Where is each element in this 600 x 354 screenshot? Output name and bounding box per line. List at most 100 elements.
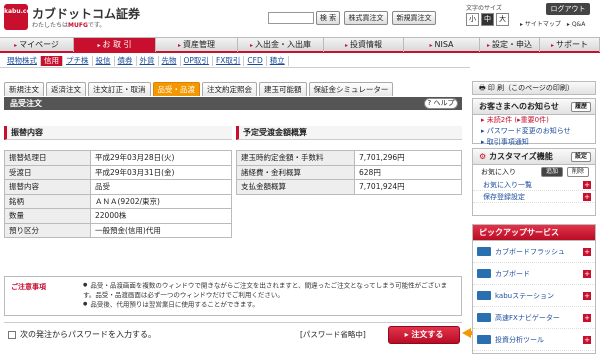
transfer-details-title: 振替内容: [4, 126, 232, 140]
nav-mypage[interactable]: マイページ: [0, 38, 74, 52]
brand-logo[interactable]: kabu.com: [4, 4, 37, 30]
favorites-delete-button[interactable]: 削除: [567, 167, 589, 177]
header-links[interactable]: ▸ サイトマップ ▸ Q&A: [520, 19, 585, 28]
app-icon: [477, 335, 491, 344]
table-row: 預り区分 一般預金(信用)代用: [4, 222, 232, 238]
section-title: 品受注文: [4, 97, 462, 110]
customize-settings-button[interactable]: 設定: [571, 152, 591, 162]
nav-settings[interactable]: 設定・申込: [480, 38, 540, 52]
plus-icon: +: [583, 270, 591, 278]
subnav-fund[interactable]: 投信: [93, 55, 115, 66]
table-row: 振替処理日 平成29年03月28日(火): [4, 150, 232, 166]
subnav-margin[interactable]: 信用: [41, 55, 63, 66]
new-order-button[interactable]: 新規買注文: [392, 11, 436, 25]
customize-head: ⚙ カスタマイズ機能 設定: [473, 149, 595, 165]
tab-order-inquiry[interactable]: 注文約定照会: [202, 82, 257, 96]
notice-item: 品受後、代用預りは翌営業日に使用することができます。: [83, 300, 455, 310]
text-size-small[interactable]: 小: [466, 13, 479, 26]
search-input[interactable]: [268, 12, 314, 24]
help-button[interactable]: ? ヘルプ: [424, 98, 458, 109]
search-button[interactable]: 検 索: [316, 11, 340, 25]
nav-support[interactable]: サポート: [540, 38, 600, 52]
tab-new-order[interactable]: 新規注文: [4, 82, 44, 96]
saved-settings-link[interactable]: 保存登録設定 +: [473, 191, 595, 203]
text-size-medium[interactable]: 中: [481, 13, 494, 26]
print-link[interactable]: 🖶 印 刷（このページの印刷）: [472, 81, 596, 95]
tab-delivery[interactable]: 品受・品渡: [152, 82, 200, 96]
table-row: 振替内容 品受: [4, 179, 232, 195]
pickup-services-panel: ピックアップサービス カブボードフラッシュ + カブボード + kabuステーション…: [472, 224, 596, 354]
customer-notice-panel: お客さまへのお知らせ 履歴 ▸ 未読2件 (▸重要0件) ▸ パスワード変更のお…: [472, 98, 596, 146]
service-kabuboard-flash[interactable]: カブボードフラッシュ +: [473, 241, 595, 263]
sub-nav: 現物株式 信用 プチ株 投信 債券 外貨 先物 OP取引 FX取引 CFD 積立: [0, 54, 470, 68]
trade-notice-link[interactable]: ▸ 取引事項通知: [473, 137, 595, 148]
service-fx-navigator[interactable]: 高速FXナビゲーター +: [473, 307, 595, 329]
header: kabu.com カブドットコム証券 わたしたちはMUFGです。 検 索 株式買…: [0, 0, 600, 36]
pickup-head: ピックアップサービス: [473, 225, 595, 241]
notice-history-button[interactable]: 履歴: [571, 102, 591, 112]
brand-tagline: わたしたちはMUFGです。: [32, 22, 106, 29]
subnav-petit[interactable]: プチ株: [63, 55, 93, 66]
text-size-large[interactable]: 大: [496, 13, 509, 26]
favorites-list-link[interactable]: お気に入り一覧 +: [473, 179, 595, 191]
notice-box: ご注意事項 品受・品渡画面を複数のウィンドウで開きながらご注文を出されますと、間…: [4, 276, 462, 316]
app-icon: [477, 291, 491, 300]
app-icon: [477, 269, 491, 278]
service-analysis-tool[interactable]: 投資分析ツール +: [473, 329, 595, 351]
plus-icon: +: [583, 314, 591, 322]
subnav-savings[interactable]: 積立: [267, 55, 289, 66]
notice-list: 品受・品渡画面を複数のウィンドウで開きながらご注文を出されますと、間違ったご注文…: [83, 281, 455, 309]
tab-margin-simulator[interactable]: 保証金シミュレーター: [308, 82, 394, 96]
tab-position-limit[interactable]: 建玉可能額: [259, 82, 307, 96]
plus-icon: +: [583, 336, 591, 344]
estimate-table: 建玉時約定金額・手数料 7,701,296円 諸経費・金利概算 628円 支払金額概…: [236, 150, 462, 195]
service-kabu-station[interactable]: kabuステーション +: [473, 285, 595, 307]
app-icon: [477, 313, 491, 322]
estimate-title: 予定受渡金額概算: [236, 126, 462, 140]
notice-title: ご注意事項: [11, 283, 46, 291]
password-checkbox-label[interactable]: 次の発注からパスワードを入力する。: [20, 329, 156, 340]
stock-order-button[interactable]: 株式買注文: [344, 11, 388, 25]
subnav-fx[interactable]: FX取引: [213, 55, 245, 66]
password-notice-link[interactable]: ▸ パスワード変更のお知らせ: [473, 126, 595, 137]
tab-close-order[interactable]: 返済注文: [46, 82, 86, 96]
logout-button[interactable]: ログアウト: [546, 3, 590, 15]
submit-row: 次の発注からパスワードを入力する。 [パスワード省略中] ▸ 注文する: [4, 322, 462, 346]
favorites-row: お気に入り 追加 削除: [473, 165, 595, 179]
trade-tabs: 新規注文 返済注文 注文訂正・取消 品受・品渡 注文約定照会 建玉可能額 保証金…: [4, 82, 394, 96]
table-row: 支払金額概算 7,701,924円: [236, 179, 462, 195]
favorites-add-button[interactable]: 追加: [541, 167, 563, 177]
nav-trade[interactable]: お 取 引: [74, 38, 156, 52]
table-row: 数量 22000株: [4, 208, 232, 224]
gear-icon: ⚙: [479, 152, 489, 161]
notice-item: 品受・品渡画面を複数のウィンドウで開きながらご注文を出されますと、間違ったご注文…: [83, 281, 455, 300]
plus-icon: +: [583, 292, 591, 300]
app-icon: [477, 247, 491, 256]
unread-count[interactable]: ▸ 未読2件 (▸重要0件): [473, 115, 595, 126]
nav-nisa[interactable]: NISA: [404, 38, 480, 52]
subnav-cash-stock[interactable]: 現物株式: [4, 55, 41, 66]
table-row: 建玉時約定金額・手数料 7,701,296円: [236, 150, 462, 166]
table-row: 受渡日 平成29年03月31日(金): [4, 164, 232, 180]
printer-icon: 🖶: [479, 84, 488, 92]
order-button[interactable]: ▸ 注文する: [388, 326, 460, 344]
password-status: [パスワード省略中]: [300, 330, 366, 339]
nav-info[interactable]: 投資情報: [324, 38, 404, 52]
customer-notice-head: お客さまへのお知らせ 履歴: [473, 99, 595, 115]
subnav-bond[interactable]: 債券: [115, 55, 137, 66]
service-kabuboard[interactable]: カブボード +: [473, 263, 595, 285]
customize-panel: ⚙ カスタマイズ機能 設定 お気に入り 追加 削除 お気に入り一覧 + 保存登録設…: [472, 148, 596, 216]
tab-modify-cancel[interactable]: 注文訂正・取消: [88, 82, 151, 96]
nav-deposit[interactable]: 入出金・入出庫: [238, 38, 324, 52]
plus-icon: +: [583, 248, 591, 256]
main-nav: マイページ お 取 引 資産管理 入出金・入出庫 投資情報 NISA 設定・申込…: [0, 37, 600, 53]
subnav-options[interactable]: OP取引: [181, 55, 213, 66]
subnav-futures[interactable]: 先物: [159, 55, 181, 66]
password-checkbox[interactable]: [8, 331, 16, 339]
text-size-label: 文字のサイズ: [466, 5, 502, 12]
print-button: 🖶 印 刷（このページの印刷）: [472, 81, 596, 95]
subnav-cfd[interactable]: CFD: [244, 55, 267, 66]
nav-assets[interactable]: 資産管理: [156, 38, 238, 52]
plus-icon: +: [583, 181, 591, 189]
subnav-forex[interactable]: 外貨: [137, 55, 159, 66]
